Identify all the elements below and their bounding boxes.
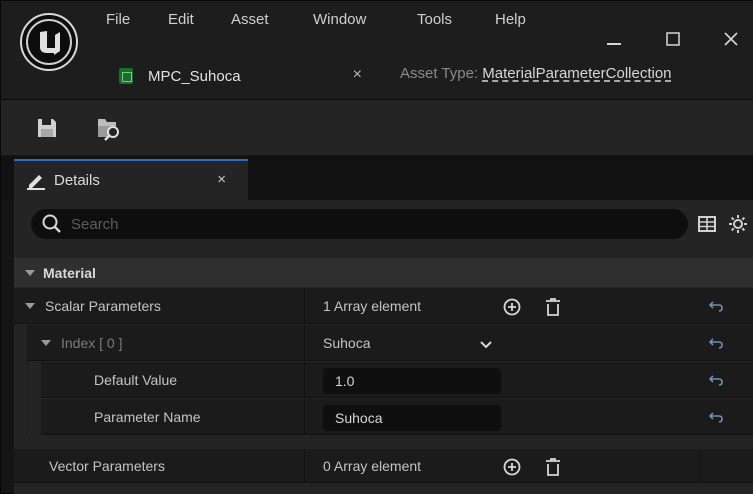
menu-bar: File Edit Asset Window Tools Help — [106, 5, 545, 35]
asset-type-label: Asset Type: MaterialParameterCollection — [400, 65, 672, 82]
property-row-vector-parameters: Vector Parameters 0 Array element — [14, 449, 753, 483]
default-value-label: Default Value — [94, 372, 178, 388]
collapse-arrow-icon — [25, 269, 35, 276]
indent-guide — [14, 399, 27, 435]
property-row-parameter-name: Parameter Name Suhoca — [14, 399, 753, 435]
close-window-button[interactable] — [711, 19, 751, 59]
title-bar: File Edit Asset Window Tools Help MPC_Su… — [1, 1, 753, 99]
index-label: Index [ 0 ] — [61, 335, 123, 351]
asset-tab-label: MPC_Suhoca — [148, 67, 241, 85]
add-element-icon[interactable] — [502, 297, 522, 317]
add-element-icon[interactable] — [502, 457, 522, 477]
details-tab-close-button[interactable]: × — [217, 171, 226, 188]
minimize-icon — [607, 43, 621, 45]
column-divider[interactable] — [304, 362, 305, 398]
search-icon — [42, 214, 61, 233]
parameter-name-label: Parameter Name — [94, 409, 201, 425]
table-icon — [698, 216, 716, 232]
maximize-icon — [666, 32, 680, 46]
menu-asset[interactable]: Asset — [231, 5, 313, 35]
search-input[interactable]: Search — [31, 209, 688, 239]
column-divider[interactable] — [304, 449, 305, 483]
index-name[interactable]: Index [ 0 ] — [41, 325, 122, 361]
settings-button[interactable] — [727, 213, 749, 235]
reset-to-default-icon[interactable] — [708, 298, 724, 314]
reset-to-default-icon[interactable] — [708, 372, 724, 388]
editor-window: File Edit Asset Window Tools Help MPC_Su… — [0, 0, 753, 494]
vector-parameters-count: 0 Array element — [323, 458, 422, 474]
maximize-button[interactable] — [653, 19, 693, 59]
property-row-scalar-parameters: Scalar Parameters 1 Array element — [14, 288, 753, 324]
save-button[interactable] — [29, 110, 65, 146]
tab-details[interactable]: Details × — [14, 159, 248, 200]
menu-edit[interactable]: Edit — [168, 5, 231, 35]
close-icon — [724, 32, 738, 46]
reset-to-default-icon[interactable] — [708, 335, 724, 351]
details-tab-label: Details — [54, 172, 100, 189]
indent-guide — [28, 362, 41, 398]
scalar-parameters-count: 1 Array element — [323, 298, 422, 314]
menu-file[interactable]: File — [106, 5, 168, 35]
property-row-default-value: Default Value 1.0 — [14, 362, 753, 398]
expand-arrow-icon — [25, 303, 35, 309]
property-row-index-0: Index [ 0 ] Suhoca — [14, 325, 753, 361]
indent-guide — [28, 399, 41, 435]
column-divider — [699, 449, 700, 483]
property-matrix-button[interactable] — [696, 213, 718, 235]
reset-to-default-icon[interactable] — [708, 409, 724, 425]
asset-type-link[interactable]: MaterialParameterCollection — [482, 65, 671, 82]
trash-icon[interactable] — [543, 457, 563, 477]
save-icon — [38, 119, 56, 137]
category-material[interactable]: Material — [14, 258, 753, 287]
gear-icon — [729, 215, 747, 233]
menu-help[interactable]: Help — [495, 5, 545, 35]
vector-parameters-label[interactable]: Vector Parameters — [49, 449, 165, 483]
default-value-input[interactable]: 1.0 — [323, 368, 501, 394]
asset-type-prefix: Asset Type: — [400, 65, 483, 82]
chevron-down-icon[interactable] — [476, 334, 496, 354]
asset-tab-close-button[interactable]: × — [353, 66, 362, 84]
menu-tools[interactable]: Tools — [417, 5, 495, 35]
search-placeholder: Search — [71, 215, 119, 233]
category-label: Material — [43, 264, 96, 281]
unreal-logo-icon[interactable] — [20, 13, 78, 71]
indent-guide — [14, 362, 27, 398]
parameter-name-input[interactable]: Suhoca — [323, 405, 501, 431]
material-parameter-collection-icon — [119, 68, 133, 84]
trash-icon[interactable] — [543, 297, 563, 317]
index-summary-value: Suhoca — [323, 335, 371, 351]
column-divider[interactable] — [304, 325, 305, 361]
toolbar — [1, 99, 753, 155]
panel-tab-bar: Details × — [1, 156, 753, 200]
browse-icon — [98, 119, 119, 141]
indent-guide — [14, 325, 27, 361]
browse-to-asset-button[interactable] — [91, 110, 127, 146]
property-name[interactable]: Scalar Parameters — [25, 288, 161, 324]
minimize-button[interactable] — [594, 19, 634, 59]
column-divider[interactable] — [304, 399, 305, 435]
menu-window[interactable]: Window — [313, 5, 417, 35]
expand-arrow-icon — [41, 340, 51, 346]
column-divider[interactable] — [304, 288, 305, 324]
details-pencil-icon — [27, 174, 45, 190]
asset-editor-tab[interactable]: MPC_Suhoca × — [106, 57, 376, 95]
scalar-parameters-label: Scalar Parameters — [45, 298, 161, 314]
